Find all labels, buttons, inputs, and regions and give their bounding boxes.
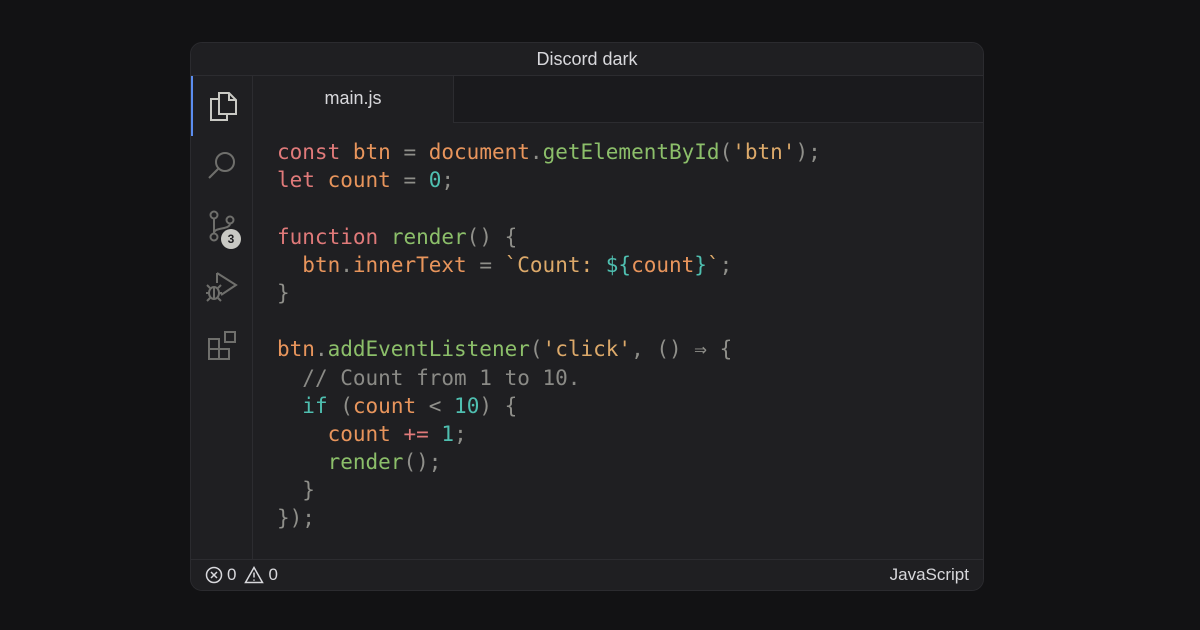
code-line: const btn = document.getElementById('btn… <box>277 138 821 166</box>
tab-main-js[interactable]: main.js <box>253 76 454 123</box>
code-token: count <box>327 421 391 446</box>
code-line: count += 1; <box>277 420 821 448</box>
activity-item-explorer[interactable] <box>191 76 252 136</box>
code-token: btn <box>277 337 315 362</box>
tab-bar: main.js <box>253 76 983 123</box>
run-debug-icon <box>205 272 238 302</box>
code-token: if <box>302 393 328 418</box>
code-token: ( <box>529 337 543 362</box>
code-token: 'click' <box>542 337 632 362</box>
warning-count: 0 <box>268 565 278 584</box>
code-line: let count = 0; <box>277 166 821 194</box>
code-token: () { <box>466 224 518 249</box>
code-token: `Count: <box>504 252 606 277</box>
code-token: ) { <box>479 393 518 418</box>
warning-icon <box>244 566 265 584</box>
code-token: ` <box>706 252 720 277</box>
code-token: } <box>277 478 315 503</box>
code-line: render(); <box>277 448 821 476</box>
activity-bar: 3 <box>191 76 253 561</box>
code-token: // Count from 1 to 10. <box>302 365 581 390</box>
code-token: . <box>340 252 353 277</box>
code-token: ( <box>719 140 733 164</box>
code-line: } <box>277 476 821 504</box>
code-token: }); <box>277 506 315 531</box>
code-token: render <box>390 224 467 249</box>
code-token: ${ <box>605 252 632 277</box>
code-token: ; <box>454 421 467 446</box>
code-token: count <box>631 252 695 277</box>
code-token: (); <box>403 450 442 475</box>
code-token: const <box>277 140 341 164</box>
error-count: 0 <box>227 565 237 584</box>
code-line: }); <box>277 504 821 532</box>
code-token: , () ⇒ { <box>631 337 733 362</box>
error-icon <box>205 566 223 584</box>
files-icon <box>209 92 237 121</box>
problems-indicator[interactable]: 0 0 <box>205 560 278 590</box>
source-control-badge: 3 <box>221 229 241 249</box>
window-title: Discord dark <box>191 43 983 76</box>
code-token: += <box>403 421 429 446</box>
code-token: . <box>314 337 328 362</box>
code-token: btn <box>302 252 341 277</box>
code-line: function render() { <box>277 223 821 251</box>
code-token: let <box>277 168 315 193</box>
code-token: innerText <box>352 252 467 277</box>
code-token: } <box>277 280 290 305</box>
code-token: addEventListener <box>327 337 530 362</box>
code-token: count <box>352 393 417 418</box>
code-token: count <box>327 168 391 193</box>
activity-item-extensions[interactable] <box>191 316 252 376</box>
code-token: ; <box>719 252 733 277</box>
activity-item-search[interactable] <box>191 136 252 196</box>
code-token: btn <box>352 140 391 164</box>
code-token: . <box>529 140 543 164</box>
code-line: } <box>277 279 821 307</box>
code-token: 'btn' <box>732 140 796 164</box>
code-token: document <box>428 140 530 164</box>
code-token: ( <box>327 393 353 418</box>
code-token: ); <box>795 140 821 164</box>
code-editor[interactable]: const btn = document.getElementById('btn… <box>253 123 983 561</box>
code-token: < <box>416 393 455 418</box>
code-line: btn.innerText = `Count: ${count}`; <box>277 251 821 279</box>
code-token: render <box>327 450 404 475</box>
activity-item-source-control[interactable]: 3 <box>191 196 252 256</box>
code-token: } <box>694 252 707 277</box>
code-token: = <box>390 140 429 164</box>
code-token: getElementById <box>542 140 720 164</box>
code-token: function <box>277 224 379 249</box>
code-token: = <box>390 168 429 193</box>
activity-item-run-debug[interactable] <box>191 256 252 316</box>
code-token: = <box>466 252 505 277</box>
code-token: 10 <box>454 393 480 418</box>
search-icon <box>207 152 235 179</box>
code-token: ; <box>441 168 455 193</box>
code-lines: const btn = document.getElementById('btn… <box>277 138 821 533</box>
code-line: if (count < 10) { <box>277 392 821 420</box>
code-line: btn.addEventListener('click', () ⇒ { <box>277 335 821 363</box>
code-line: // Count from 1 to 10. <box>277 364 821 392</box>
editor-window: Discord dark 3 main.js const btn = docum… <box>190 42 984 591</box>
code-token: 0 <box>428 168 442 193</box>
language-mode[interactable]: JavaScript <box>890 560 969 590</box>
status-bar: 0 0 JavaScript <box>191 559 983 590</box>
extensions-icon <box>207 331 236 360</box>
code-token: 1 <box>441 421 455 446</box>
